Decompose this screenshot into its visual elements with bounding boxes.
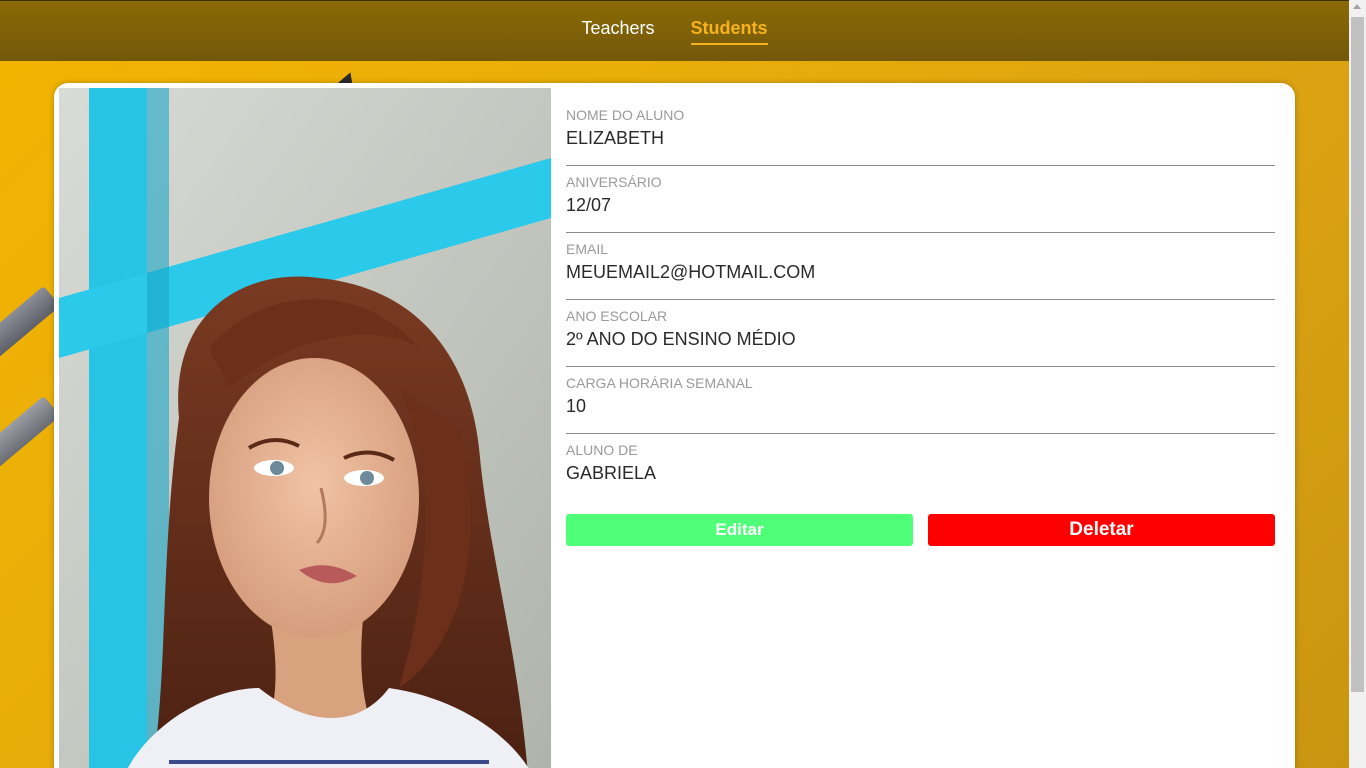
field-birthday: ANIVERSÁRIO 12/07 [566,166,1275,233]
field-teacher: ALUNO DE GABRIELA [566,434,1275,501]
student-portrait-image [59,88,551,768]
field-weekly-hours: CARGA HORÁRIA SEMANAL 10 [566,367,1275,434]
field-value: 12/07 [566,195,612,215]
field-label: EMAIL [566,241,609,257]
student-card: NOME DO ALUNO ELIZABETH ANIVERSÁRIO 12/0… [54,83,1295,768]
edit-button[interactable]: Editar [566,514,913,546]
field-value: 10 [566,396,587,416]
action-buttons: Editar Deletar [566,514,1275,546]
top-navbar: Teachers Students [0,0,1349,61]
delete-button[interactable]: Deletar [928,514,1275,546]
page-scrollbar[interactable] [1349,0,1366,768]
scrollbar-thumb[interactable] [1351,17,1364,692]
student-details: NOME DO ALUNO ELIZABETH ANIVERSÁRIO 12/0… [566,99,1275,501]
field-student-name: NOME DO ALUNO ELIZABETH [566,99,1275,166]
field-value: GABRIELA [566,463,657,483]
student-photo [59,88,551,768]
nav-teachers-link[interactable]: Teachers [581,18,654,45]
field-label: ANIVERSÁRIO [566,174,662,190]
field-label: CARGA HORÁRIA SEMANAL [566,375,753,391]
field-label: NOME DO ALUNO [566,107,685,123]
scroll-up-arrow-icon[interactable] [1353,4,1361,9]
nav-students-link[interactable]: Students [690,18,768,45]
field-label: ANO ESCOLAR [566,308,668,324]
field-school-year: ANO ESCOLAR 2º ANO DO ENSINO MÉDIO [566,300,1275,367]
field-email: EMAIL MEUEMAIL2@HOTMAIL.COM [566,233,1275,300]
pencil-decoration [0,395,61,493]
field-value: MEUEMAIL2@HOTMAIL.COM [566,262,816,282]
field-value: ELIZABETH [566,128,665,148]
pencil-decoration [0,285,61,383]
field-label: ALUNO DE [566,442,638,458]
field-value: 2º ANO DO ENSINO MÉDIO [566,329,796,349]
